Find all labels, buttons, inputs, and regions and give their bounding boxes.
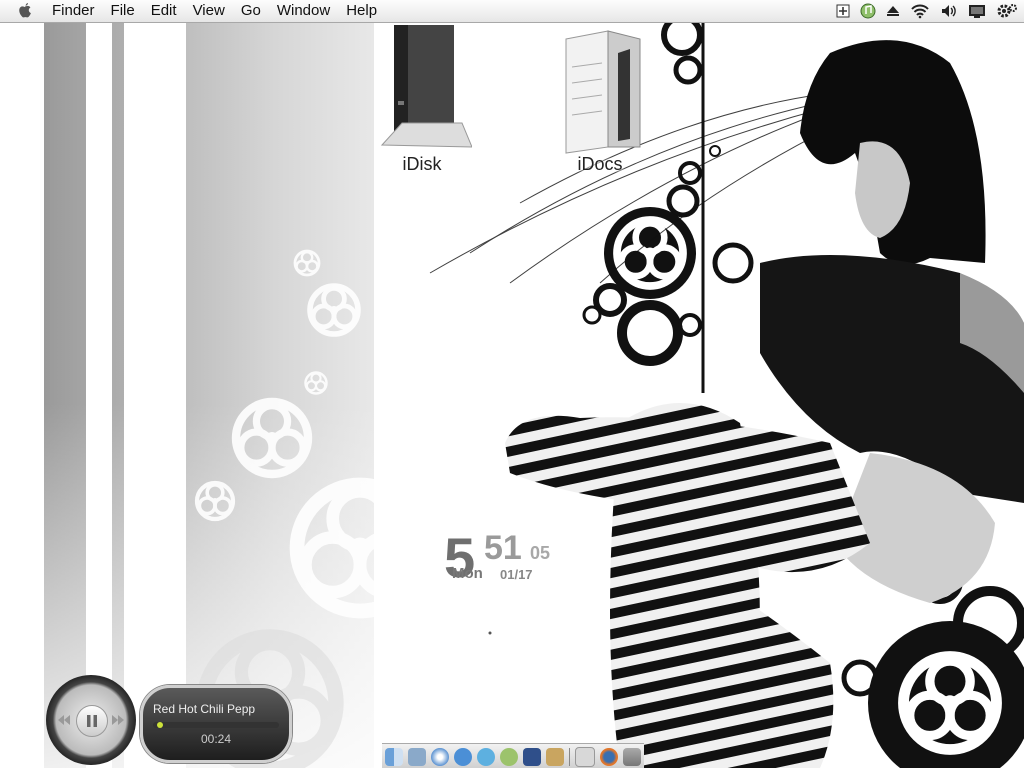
- wifi-icon[interactable]: [910, 3, 930, 19]
- desktop-icon-label: iDisk: [402, 154, 442, 174]
- menu-bar: Finder File Edit View Go Window Help: [0, 0, 1024, 23]
- track-title: Red Hot Chili Pepp: [153, 702, 256, 716]
- apple-menu-icon[interactable]: [14, 0, 36, 22]
- preview-icon[interactable]: [575, 746, 596, 767]
- menu-file[interactable]: File: [103, 0, 143, 22]
- menu-window[interactable]: Window: [269, 0, 338, 22]
- menu-go[interactable]: Go: [233, 0, 269, 22]
- gear-icon[interactable]: [996, 2, 1018, 20]
- addressbook-icon[interactable]: [546, 747, 565, 766]
- menu-edit[interactable]: Edit: [143, 0, 185, 22]
- pause-button[interactable]: [76, 705, 108, 737]
- desktop-icon-idisk[interactable]: iDisk: [372, 23, 473, 175]
- ichat-icon[interactable]: [476, 747, 495, 766]
- wallpaper-artwork: [0, 23, 1024, 768]
- now-playing-display: Red Hot Chili Pepp 00:24: [140, 685, 292, 763]
- trash-icon[interactable]: [623, 747, 642, 766]
- menu-view[interactable]: View: [185, 0, 233, 22]
- finder-icon[interactable]: [384, 747, 403, 766]
- safari-icon[interactable]: [430, 747, 449, 766]
- track-time: 00:24: [200, 732, 232, 746]
- dock: [382, 743, 644, 768]
- pause-icon: [87, 715, 97, 727]
- clock-date: 01/17: [500, 567, 533, 582]
- itunes-icon[interactable]: [860, 3, 876, 19]
- clock-day: Mon: [452, 565, 483, 582]
- desktop: iDisk iDocs 5 51 05 Mon 01/17 Red Hot Ch…: [0, 23, 1024, 768]
- mail-icon[interactable]: [407, 747, 426, 766]
- clock-minute: 51: [484, 529, 522, 567]
- folder-icon: [565, 30, 641, 154]
- idisk-icon: [380, 25, 473, 148]
- itunes-icon[interactable]: [499, 747, 518, 766]
- dock-separator: [569, 747, 571, 766]
- progress-bar[interactable]: [153, 722, 279, 728]
- desktop-icon-idocs[interactable]: iDocs: [548, 27, 652, 175]
- menu-finder[interactable]: Finder: [44, 0, 103, 22]
- previous-icon[interactable]: [58, 713, 70, 725]
- progress-indicator: [157, 722, 163, 728]
- imovie-icon[interactable]: [523, 747, 541, 766]
- clock-second: 05: [530, 543, 551, 563]
- eject-icon[interactable]: [886, 4, 900, 18]
- player-controls: [46, 675, 136, 765]
- firefox-icon[interactable]: [600, 747, 619, 766]
- status-menus: [836, 0, 1018, 22]
- ical-icon[interactable]: [453, 747, 472, 766]
- volume-icon[interactable]: [940, 3, 958, 19]
- add-item-icon[interactable]: [836, 4, 850, 18]
- menu-help[interactable]: Help: [338, 0, 385, 22]
- next-icon[interactable]: [112, 713, 124, 725]
- desktop-icon-label: iDocs: [577, 154, 623, 174]
- display-icon[interactable]: [968, 3, 986, 19]
